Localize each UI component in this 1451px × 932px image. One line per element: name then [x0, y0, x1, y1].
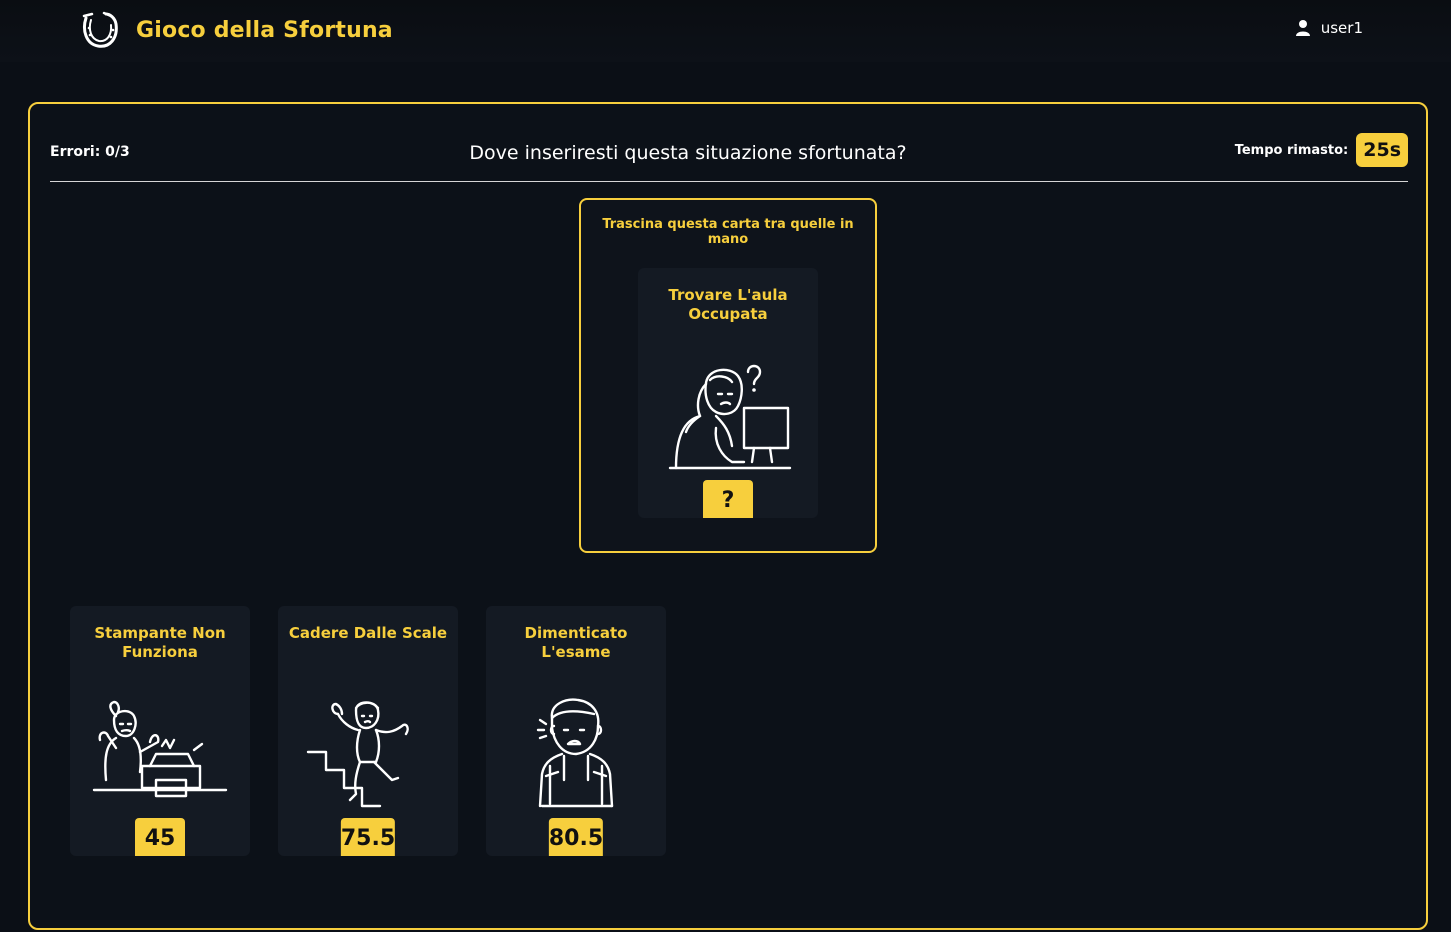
timer-label: Tempo rimasto: [1234, 142, 1349, 158]
draw-area: Trascina questa carta tra quelle in mano… [579, 198, 877, 553]
hand-card[interactable]: Stampante Non Funziona 45 [70, 606, 250, 856]
navbar: Gioco della Sfortuna user1 [0, 0, 1451, 62]
card-index-badge: 45 [135, 818, 185, 856]
user-menu[interactable]: user1 [1295, 19, 1363, 37]
user-name: user1 [1320, 19, 1363, 37]
worried-student-backpack-illustration [536, 698, 614, 808]
app-title: Gioco della Sfortuna [136, 17, 393, 43]
card-index-badge: ? [703, 480, 753, 518]
timer: Tempo rimasto: 25s [1235, 133, 1408, 167]
brand[interactable]: Gioco della Sfortuna [78, 8, 393, 52]
question-text: Dove inseriresti questa situazione sfort… [469, 142, 907, 164]
divider [50, 181, 1408, 182]
man-falling-stairs-illustration [306, 701, 409, 808]
card-index-badge: 80.5 [548, 818, 604, 856]
horseshoe-icon [82, 11, 118, 48]
draw-hint: Trascina questa carta tra quelle in mano [602, 217, 854, 247]
user-icon [1295, 20, 1310, 36]
card-index-badge: 75.5 [340, 818, 396, 856]
game-panel: Errori: 0/3 Dove inseriresti questa situ… [28, 102, 1428, 930]
card-title: Cadere Dalle Scale [288, 624, 448, 642]
hand-card[interactable]: Cadere Dalle Scale 75.5 [278, 606, 458, 856]
card-title: Dimenticato L'esame [524, 624, 628, 661]
woman-broken-printer-illustration [92, 700, 228, 798]
drawn-card[interactable]: Trovare L'aula Occupata ? [638, 268, 818, 518]
hand-card[interactable]: Dimenticato L'esame 80.5 [486, 606, 666, 856]
card-title: Trovare L'aula Occupata [668, 286, 788, 323]
timer-badge: 25s [1356, 133, 1408, 167]
confused-woman-at-computer-illustration [668, 364, 792, 470]
card-title: Stampante Non Funziona [94, 624, 226, 661]
